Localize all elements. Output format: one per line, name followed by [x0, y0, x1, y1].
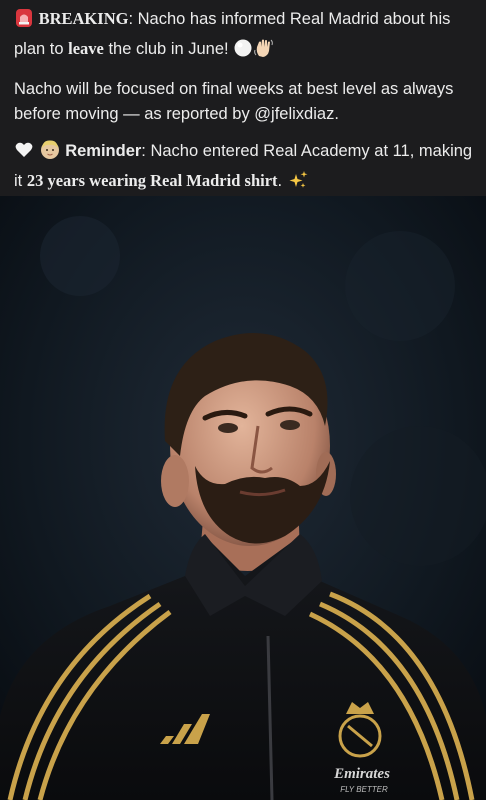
- leave-word: leave: [68, 39, 104, 58]
- breaking-text-2: the club in June!: [103, 40, 234, 58]
- sparkles-icon: [287, 170, 309, 198]
- report-paragraph: Nacho will be focused on final weeks at …: [14, 80, 454, 123]
- jersey-sponsor: Emirates: [333, 766, 390, 782]
- jersey-tagline: FLY BETTER: [340, 785, 388, 794]
- post-photo[interactable]: Emirates FLY BETTER: [0, 196, 486, 800]
- reminder-bold-text: 23 years wearing Real Madrid shirt: [26, 171, 278, 190]
- waving-hand-icon: [253, 38, 275, 66]
- reminder-end: .: [277, 172, 287, 190]
- baby-icon: [39, 138, 61, 168]
- breaking-label: BREAKING: [38, 9, 129, 28]
- tweet-text: BREAKING: Nacho has informed Real Madrid…: [0, 0, 486, 196]
- white-heart-icon: [14, 140, 34, 168]
- white-circle-icon: [233, 38, 253, 66]
- breaking-paragraph: BREAKING: Nacho has informed Real Madrid…: [14, 6, 476, 66]
- siren-icon: [14, 8, 34, 36]
- reminder-label: Reminder: [65, 142, 142, 160]
- reminder-paragraph: Reminder: Nacho entered Real Academy at …: [14, 138, 476, 198]
